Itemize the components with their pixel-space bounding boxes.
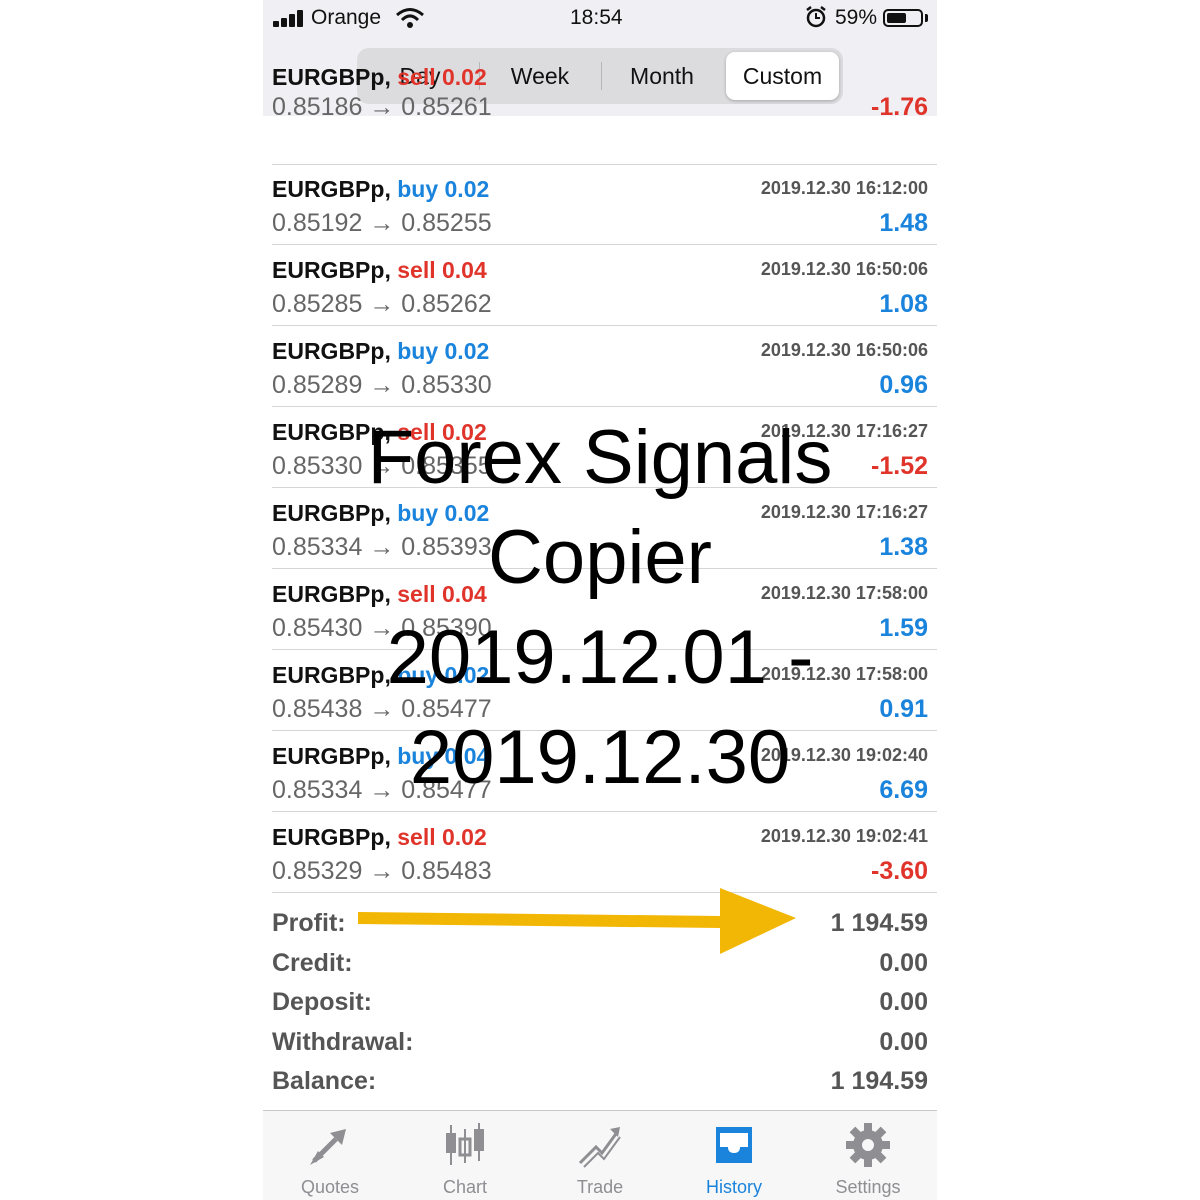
trade-trend-icon [578, 1127, 621, 1168]
row-separator [272, 325, 937, 326]
carrier-name: Orange [311, 6, 382, 29]
tab-history[interactable]: History [667, 1111, 801, 1200]
deal-profit: -3.60 [871, 857, 928, 885]
deal-date: 2019.12.30 16:50:06 [760, 340, 928, 360]
tab-bar: Quotes Chart Trade History Settings [263, 1110, 937, 1200]
deal-prices: 0.85329 → 0.85483 [272, 857, 492, 885]
deal-prices: 0.85289 → 0.85330 [272, 371, 492, 399]
profit-label: Profit: [272, 909, 346, 937]
summary-deposit-row: Deposit: 0.00 [272, 982, 928, 1022]
credit-value: 0.00 [879, 949, 928, 977]
overlay-caption: Forex Signals Copier 2019.12.01 - 2019.1… [300, 408, 900, 808]
profit-value: 1 194.59 [830, 909, 928, 937]
withdrawal-label: Withdrawal: [272, 1028, 414, 1056]
battery-icon [883, 9, 923, 27]
deal-profit: 1.08 [879, 290, 928, 318]
quotes-arrows-icon [310, 1129, 346, 1165]
row-separator [272, 244, 937, 245]
cellular-signal-icon [273, 9, 307, 27]
caption-line-4: 2019.12.30 [409, 715, 791, 800]
history-inbox-icon [716, 1127, 752, 1163]
deal-prices: 0.85186 → 0.85261 [272, 93, 492, 121]
deal-date: 2019.12.30 19:02:41 [760, 826, 928, 846]
deal-prices: 0.85192 → 0.85255 [272, 209, 492, 237]
deal-symbol: EURGBPp, sell 0.02 [272, 824, 487, 850]
row-separator [272, 811, 937, 812]
balance-value: 1 194.59 [830, 1067, 928, 1095]
deal-symbol: EURGBPp, buy 0.02 [272, 338, 490, 364]
deal-row[interactable]: EURGBPp, sell 0.02 2019.12.30 19:02:41 0… [263, 813, 937, 893]
deal-symbol: EURGBPp, sell 0.04 [272, 257, 487, 283]
wifi-icon [396, 8, 424, 28]
deal-profit: 0.96 [879, 371, 928, 399]
yellow-arrow-icon [358, 888, 796, 954]
deal-prices: 0.85285 → 0.85262 [272, 290, 492, 318]
withdrawal-value: 0.00 [879, 1028, 928, 1056]
summary-withdrawal-row: Withdrawal: 0.00 [272, 1022, 928, 1062]
alarm-clock-icon [806, 6, 826, 28]
deal-profit: 1.48 [879, 209, 928, 237]
deal-row[interactable]: EURGBPp, sell 0.04 2019.12.30 16:50:06 0… [263, 246, 937, 326]
tab-quotes[interactable]: Quotes [263, 1111, 397, 1200]
status-time: 18:54 [570, 6, 623, 29]
balance-label: Balance: [272, 1067, 377, 1095]
tab-quotes-label: Quotes [300, 1177, 360, 1197]
deposit-label: Deposit: [272, 988, 372, 1016]
caption-line-3: 2019.12.01 - [386, 615, 814, 700]
deal-symbol: EURGBPp, buy 0.02 [272, 176, 490, 202]
deal-row[interactable]: EURGBPp, buy 0.02 2019.12.30 16:12:00 0.… [263, 165, 937, 245]
status-bar: Orange 18:54 59% [263, 0, 937, 38]
tab-chart-label: Chart [442, 1177, 487, 1197]
battery-percent: 59% [835, 6, 878, 29]
tab-chart[interactable]: Chart [398, 1111, 532, 1200]
deal-profit: -1.76 [871, 93, 928, 121]
tab-history-label: History [705, 1177, 762, 1197]
deal-row[interactable]: EURGBPp, buy 0.02 2019.12.30 16:50:06 0.… [263, 327, 937, 407]
tab-settings[interactable]: Settings [801, 1111, 935, 1200]
caption-line-2: Copier [488, 515, 712, 600]
summary-balance-row: Balance: 1 194.59 [272, 1061, 928, 1101]
caption-line-1: Forex Signals [367, 415, 833, 500]
deal-date: 2019.12.30 16:12:00 [760, 178, 928, 198]
deposit-value: 0.00 [879, 988, 928, 1016]
battery-tip [925, 14, 928, 22]
gear-icon [846, 1123, 890, 1167]
row-separator [272, 406, 937, 407]
candlestick-chart-icon [446, 1123, 484, 1165]
tab-settings-label: Settings [835, 1177, 901, 1197]
tab-trade[interactable]: Trade [533, 1111, 667, 1200]
credit-label: Credit: [272, 949, 353, 977]
deal-date: 2019.12.30 16:50:06 [760, 259, 928, 279]
deal-row-partial[interactable]: EURGBPp, sell 0.02 0.85186 → 0.85261 -1.… [263, 64, 937, 165]
tab-trade-label: Trade [576, 1177, 624, 1197]
battery-level [887, 13, 906, 23]
